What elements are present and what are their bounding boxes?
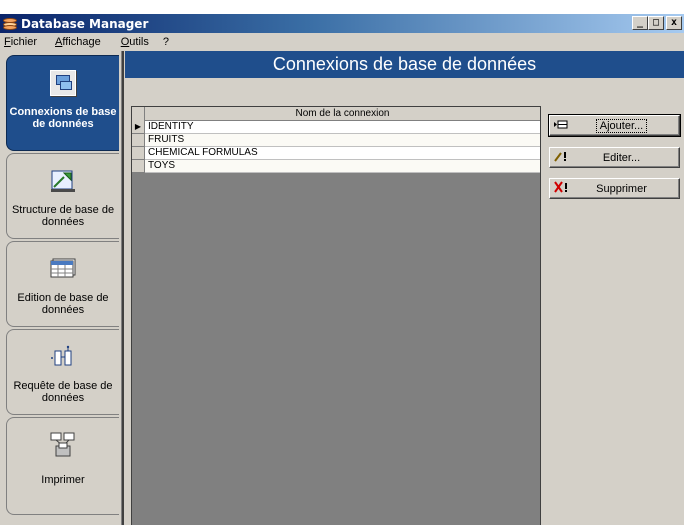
nav-tab-label: Structure de base de données [11,204,115,228]
close-button[interactable]: x [666,16,682,30]
printer-icon [47,430,79,460]
table-row[interactable]: FRUITS [132,134,540,147]
table-row[interactable]: ▶ IDENTITY [132,121,540,134]
window-title: Database Manager [21,16,149,31]
app-window: Database Manager _ □ x Fichier Affichage… [0,13,684,525]
query-icon [47,342,79,372]
column-header-connection-name[interactable]: Nom de la connexion [145,107,540,120]
nav-tab-label: Imprimer [41,474,85,486]
title-bar[interactable]: Database Manager _ □ x [0,14,684,33]
row-selector [132,160,145,173]
database-app-icon [3,17,17,30]
nav-tab-label: Edition de base de données [17,292,109,316]
connection-name-cell[interactable]: FRUITS [145,134,540,147]
nav-tab-connections[interactable]: Connexions de base de données [6,55,119,151]
table-edit-icon [47,254,79,284]
edit-pencil-icon [554,150,574,165]
add-icon [554,120,574,132]
menu-fichier[interactable]: Fichier [0,36,43,48]
panel-title: Connexions de base de données [125,51,684,78]
nav-tab-label: Requête de base de données [13,380,113,404]
menu-bar: Fichier Affichage Outils ? [0,33,684,51]
grid-header: Nom de la connexion [132,107,540,121]
nav-tab-query[interactable]: Requête de base de données [6,329,119,415]
grid-corner [132,107,145,121]
database-connection-icon [47,68,79,98]
nav-tab-label: Connexions de base de données [9,106,117,130]
add-button-label: Ajouter... [595,118,648,133]
connection-name-cell[interactable]: IDENTITY [145,121,540,134]
connection-name-cell[interactable]: CHEMICAL FORMULAS [145,147,540,160]
connections-grid[interactable]: Nom de la connexion ▶ IDENTITY FRUITS CH… [131,106,541,525]
menu-affichage[interactable]: Affichage [49,36,107,48]
menu-help[interactable]: ? [157,36,175,48]
add-connection-button[interactable]: Ajouter... [548,114,681,137]
main-panel: Connexions de base de données Nom de la … [125,51,684,525]
table-row[interactable]: TOYS [132,160,540,173]
row-selector [132,147,145,160]
connection-name-cell[interactable]: TOYS [145,160,540,173]
maximize-button[interactable]: □ [648,16,664,30]
table-row[interactable]: CHEMICAL FORMULAS [132,147,540,160]
delete-connection-button[interactable]: Supprimer [549,178,680,199]
edit-connection-button[interactable]: Editer... [549,147,680,168]
menu-outils[interactable]: Outils [115,36,155,48]
row-selector-icon: ▶ [132,121,145,134]
structure-design-icon [47,166,79,196]
row-selector [132,134,145,147]
nav-tab-print[interactable]: Imprimer [6,417,119,515]
minimize-button[interactable]: _ [632,16,648,30]
delete-button-label: Supprimer [596,182,647,195]
left-navigation: Connexions de base de données Structure … [0,51,124,525]
delete-x-icon [554,181,574,196]
nav-tab-edition[interactable]: Edition de base de données [6,241,119,327]
edit-button-label: Editer... [602,151,641,164]
nav-tab-structure[interactable]: Structure de base de données [6,153,119,239]
